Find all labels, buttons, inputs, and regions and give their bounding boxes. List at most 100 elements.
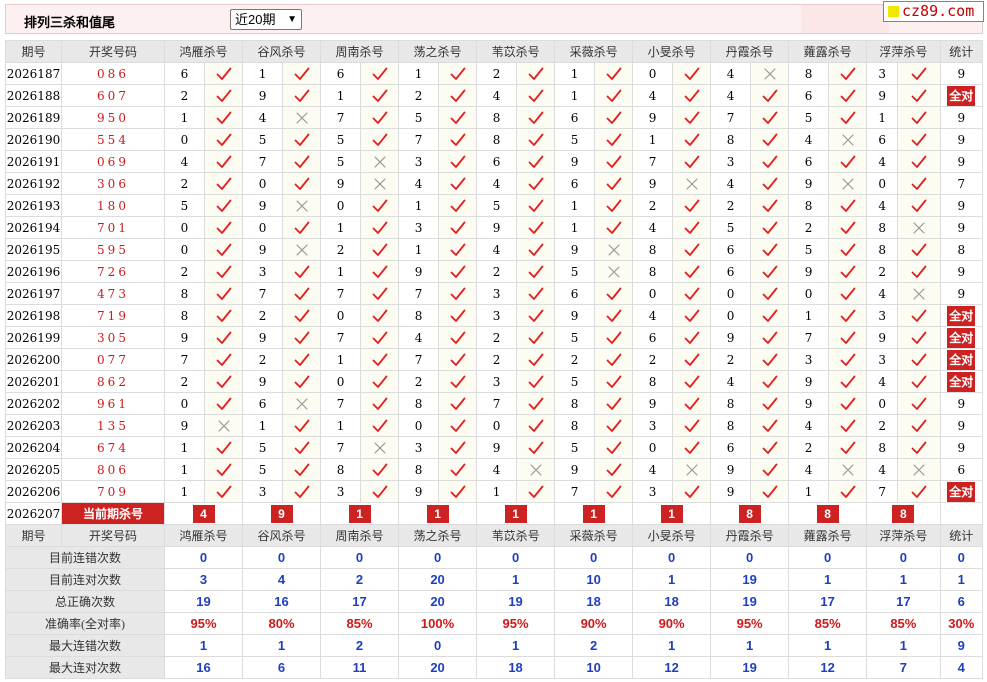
hit-mark <box>828 480 868 503</box>
hit-mark <box>360 238 400 261</box>
kill-number: 5 <box>242 436 284 459</box>
kill-number: 2 <box>476 348 518 371</box>
summary-label: 最大连对次数 <box>5 656 165 679</box>
kill-number: 9 <box>788 172 830 195</box>
row-stat: 9 <box>939 282 984 305</box>
kill-number: 2 <box>398 84 440 107</box>
summary-row: 准确率(全对率) 95% 80% 85% 100% 95% 90% 90% 95% 85% 85% 3… <box>5 612 984 635</box>
summary-value: 90% <box>632 612 712 635</box>
summary-value: 20 <box>398 656 478 679</box>
summary-value: 0 <box>242 546 322 569</box>
hit-mark <box>516 480 556 503</box>
draw-code: 473 <box>61 282 165 305</box>
kill-number: 4 <box>632 304 674 327</box>
all-correct-badge: 全对 <box>947 481 976 502</box>
hit-mark <box>203 172 244 195</box>
check-icon <box>911 441 927 454</box>
hit-mark <box>594 480 634 503</box>
check-icon <box>216 133 231 146</box>
table-row: 2026196 726 2 3 1 9 2 5 8 6 9 2 9 <box>5 260 984 283</box>
check-icon <box>684 331 699 344</box>
miss-mark <box>828 172 868 195</box>
column-header: 谷风杀号 <box>242 524 322 547</box>
summary-value: 1 <box>788 568 868 591</box>
hit-mark <box>438 326 478 349</box>
check-icon <box>840 89 856 102</box>
kill-number: 3 <box>476 304 518 327</box>
hit-mark <box>897 238 941 261</box>
check-icon <box>606 441 621 454</box>
check-icon <box>840 485 856 498</box>
kill-number: 9 <box>242 84 284 107</box>
hit-mark <box>516 436 556 459</box>
column-header: 苇苡杀号 <box>476 40 556 63</box>
kill-number: 8 <box>476 106 518 129</box>
kill-number: 8 <box>164 304 205 327</box>
kill-number: 2 <box>632 194 674 217</box>
summary-value: 6 <box>242 656 322 679</box>
kill-number: 0 <box>320 194 362 217</box>
column-header: 周南杀号 <box>320 524 400 547</box>
row-stat: 9 <box>939 194 984 217</box>
check-icon <box>450 309 465 322</box>
check-icon <box>606 155 621 168</box>
hit-mark <box>203 150 244 173</box>
summary-value: 18 <box>476 656 556 679</box>
row-stat: 9 <box>939 436 984 459</box>
current-period-row: 2026207 当前期杀号 4 9 1 1 1 1 1 8 8 8 <box>5 502 984 525</box>
current-kill-cell: 1 <box>476 502 556 525</box>
check-icon <box>840 111 856 124</box>
kill-number: 4 <box>788 128 830 151</box>
check-icon <box>372 331 387 344</box>
kill-number: 4 <box>398 326 440 349</box>
hit-mark <box>360 128 400 151</box>
hit-mark <box>897 370 941 393</box>
hit-mark <box>594 150 634 173</box>
check-icon <box>294 177 309 190</box>
kill-number: 0 <box>398 414 440 437</box>
kill-number: 7 <box>788 326 830 349</box>
hit-mark <box>594 392 634 415</box>
check-icon <box>911 309 927 322</box>
kill-number: 6 <box>554 282 596 305</box>
toolbar: 排列三杀和值尾 近20期 ▼ <box>5 4 983 34</box>
draw-code: 135 <box>61 414 165 437</box>
check-icon <box>294 287 309 300</box>
hit-mark <box>750 150 790 173</box>
kill-number: 4 <box>866 194 899 217</box>
check-icon <box>762 155 778 168</box>
check-icon <box>762 485 778 498</box>
hit-mark <box>360 84 400 107</box>
check-icon <box>606 133 621 146</box>
kill-number: 2 <box>476 326 518 349</box>
hit-mark <box>360 392 400 415</box>
kill-number: 7 <box>398 282 440 305</box>
kill-number: 5 <box>320 150 362 173</box>
summary-value: 19 <box>710 590 790 613</box>
kill-number: 8 <box>398 458 440 481</box>
kill-number: 4 <box>632 84 674 107</box>
hit-mark <box>672 84 712 107</box>
hit-mark <box>360 458 400 481</box>
kill-number: 5 <box>164 194 205 217</box>
kill-number: 9 <box>788 370 830 393</box>
kill-number: 9 <box>710 480 752 503</box>
current-kill-number: 1 <box>660 504 683 523</box>
miss-mark <box>282 238 322 261</box>
miss-mark <box>897 216 941 239</box>
hit-mark <box>438 282 478 305</box>
check-icon <box>911 331 927 344</box>
kill-number: 1 <box>164 480 205 503</box>
hit-mark <box>672 282 712 305</box>
hit-mark <box>203 326 244 349</box>
period-select[interactable]: 近20期 ▼ <box>230 9 302 30</box>
hit-mark <box>360 260 400 283</box>
kill-number: 3 <box>788 348 830 371</box>
kill-number: 2 <box>242 348 284 371</box>
site-logo[interactable]: cz89.com <box>883 1 984 22</box>
kill-number: 1 <box>788 304 830 327</box>
kill-number: 9 <box>710 458 752 481</box>
cross-icon <box>373 441 386 454</box>
hit-mark <box>828 414 868 437</box>
kill-number: 7 <box>398 128 440 151</box>
